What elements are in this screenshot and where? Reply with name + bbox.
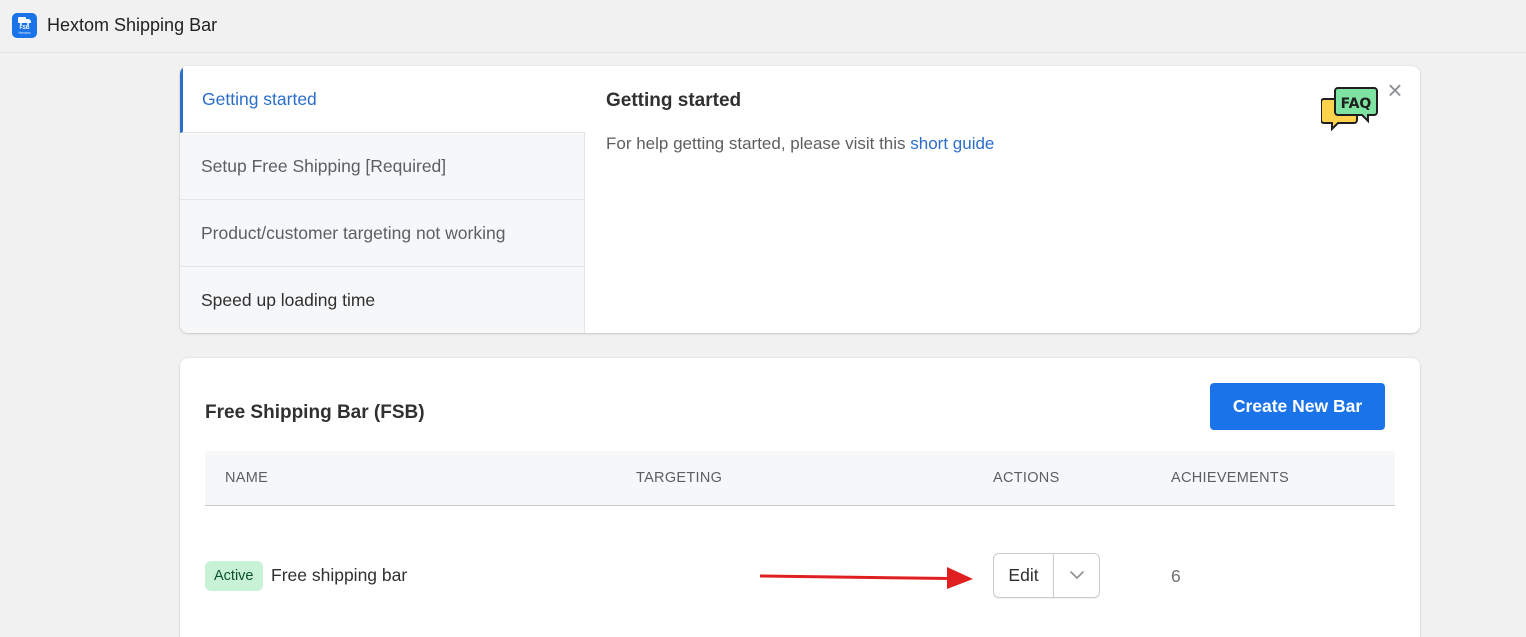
faq-heading: Getting started (606, 90, 742, 111)
faq-text-prefix: For help getting started, please visit t… (606, 134, 911, 153)
faq-card: Getting started Setup Free Shipping [Req… (180, 66, 1420, 333)
column-header-actions: ACTIONS (993, 470, 1060, 486)
red-arrow-annotation (759, 567, 973, 589)
faq-tab-getting-started[interactable]: Getting started (180, 66, 586, 133)
app-logo-icon: FSB Hextom (12, 13, 37, 38)
truck-icon (18, 16, 31, 25)
achievements-count: 6 (1171, 566, 1181, 586)
column-header-name[interactable]: NAME (225, 470, 268, 486)
edit-button-group: Edit (993, 553, 1100, 598)
create-new-bar-button[interactable]: Create New Bar (1210, 383, 1385, 430)
short-guide-link[interactable]: short guide (910, 134, 994, 153)
table-header: NAME TARGETING ACTIONS ACHIEVEMENTS (205, 451, 1395, 506)
faq-tab-list: Getting started Setup Free Shipping [Req… (180, 66, 586, 333)
faq-tab-setup-free-shipping[interactable]: Setup Free Shipping [Required] (180, 133, 585, 200)
faq-tab-speed-up-loading[interactable]: Speed up loading time (180, 267, 585, 333)
fsb-section-title: Free Shipping Bar (FSB) (205, 402, 425, 423)
app-logo-brand: Hextom (18, 30, 31, 35)
column-header-targeting[interactable]: TARGETING (636, 470, 722, 486)
bar-name-link[interactable]: Free shipping bar (271, 565, 407, 586)
faq-icon: FAQ (1321, 87, 1378, 132)
faq-icon-label: FAQ (1341, 96, 1372, 112)
faq-content: Getting started For help getting started… (606, 90, 994, 154)
edit-button[interactable]: Edit (994, 554, 1054, 597)
chevron-down-icon (1069, 571, 1084, 579)
actions-dropdown-button[interactable] (1054, 554, 1099, 597)
app-title: Hextom Shipping Bar (47, 15, 218, 35)
top-bar: FSB Hextom Hextom Shipping Bar (0, 0, 1526, 53)
status-badge: Active (205, 561, 263, 591)
close-icon[interactable]: × (1383, 77, 1407, 103)
faq-tab-targeting-not-working[interactable]: Product/customer targeting not working (180, 200, 585, 267)
fsb-card: Free Shipping Bar (FSB) Create New Bar N… (180, 358, 1420, 637)
faq-text: For help getting started, please visit t… (606, 134, 994, 154)
column-header-achievements[interactable]: ACHIEVEMENTS (1171, 470, 1289, 486)
